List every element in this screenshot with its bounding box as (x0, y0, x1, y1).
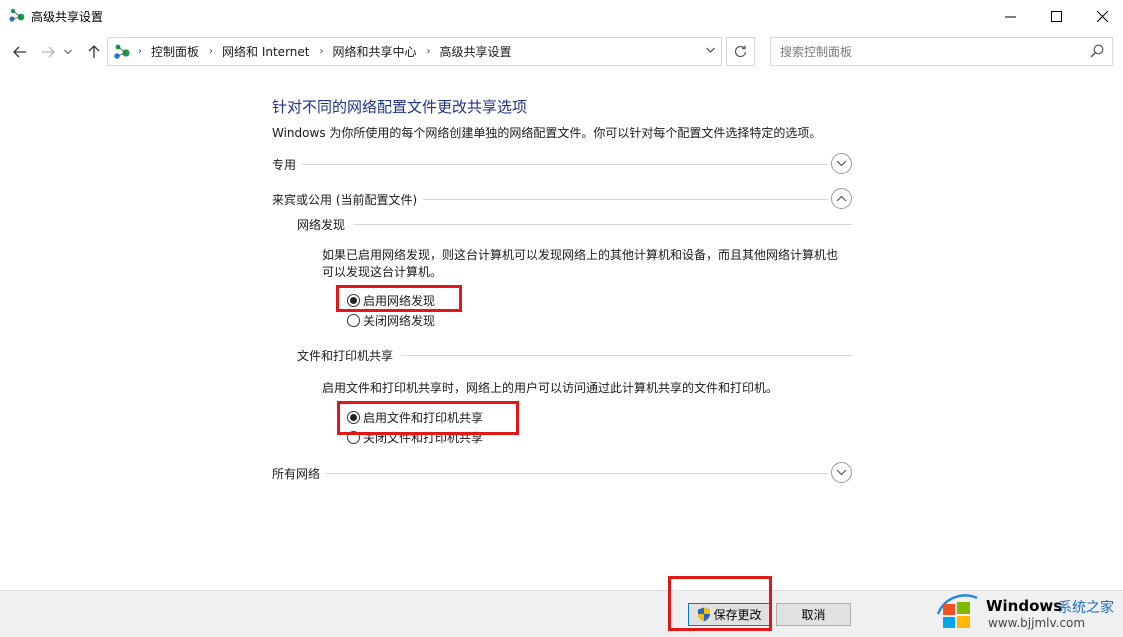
main-content: 针对不同的网络配置文件更改共享选项 Windows 为你所使用的每个网络创建单独… (0, 70, 1123, 590)
profile-all-networks-label: 所有网络 (272, 465, 327, 482)
profile-private-header[interactable]: 专用 (272, 152, 852, 176)
expand-private-button[interactable] (831, 153, 852, 174)
watermark-brand-suffix: 系统之家 (1058, 600, 1114, 616)
forward-button[interactable] (38, 42, 58, 62)
watermark-url: www.bjjmlv.com (988, 616, 1086, 630)
arrow-up-icon (88, 45, 100, 58)
expand-all-networks-button[interactable] (831, 462, 852, 483)
search-box[interactable] (770, 37, 1113, 66)
breadcrumb-network-internet[interactable]: 网络和 Internet (222, 43, 309, 60)
radio-disable-network-discovery[interactable]: 关闭网络发现 (347, 312, 435, 328)
minimize-icon (1004, 16, 1016, 17)
file-sharing-description: 启用文件和打印机共享时，网络上的用户可以访问通过此计算机共享的文件和打印机。 (322, 381, 779, 395)
radio-enable-file-sharing[interactable]: 启用文件和打印机共享 (347, 409, 483, 425)
search-icon[interactable] (1090, 44, 1104, 58)
control-panel-icon (114, 44, 130, 59)
network-discovery-title: 网络发现 (297, 216, 354, 233)
watermark: Windows 系统之家 www.bjjmlv.com (930, 586, 1120, 634)
radio-button-selected[interactable] (347, 410, 360, 424)
profile-private-label: 专用 (272, 156, 303, 173)
recent-locations-button[interactable] (62, 42, 74, 62)
arrow-left-icon (13, 46, 26, 58)
navigation-bar: › 控制面板 › 网络和 Internet › 网络和共享中心 › 高级共享设置 (0, 34, 1123, 68)
breadcrumb-control-panel[interactable]: 控制面板 (151, 43, 199, 60)
radio-disable-file-sharing[interactable]: 关闭文件和打印机共享 (347, 429, 483, 445)
divider (272, 164, 828, 165)
file-sharing-title: 文件和打印机共享 (297, 347, 402, 364)
network-center-icon (9, 8, 25, 22)
windows-logo-icon (936, 594, 978, 628)
divider (297, 224, 852, 225)
file-sharing-section: 文件和打印机共享 (297, 345, 852, 365)
chevron-down-icon (836, 160, 847, 167)
chevron-down-icon (836, 469, 847, 476)
search-input[interactable] (771, 38, 1081, 65)
page-description: Windows 为你所使用的每个网络创建单独的网络配置文件。你可以针对每个配置文… (272, 126, 822, 140)
collapse-public-button[interactable] (831, 188, 852, 209)
window-title: 高级共享设置 (31, 10, 104, 24)
address-dropdown-button[interactable] (706, 45, 715, 56)
profile-public-header[interactable]: 来宾或公用 (当前配置文件) (272, 187, 852, 211)
breadcrumb-separator: › (426, 46, 431, 57)
radio-label[interactable]: 关闭文件和打印机共享 (363, 429, 483, 446)
breadcrumb-advanced-sharing[interactable]: 高级共享设置 (440, 43, 512, 60)
radio-label[interactable]: 启用文件和打印机共享 (363, 409, 483, 426)
radio-button-selected[interactable] (347, 293, 360, 307)
profile-all-networks-header[interactable]: 所有网络 (272, 461, 852, 485)
breadcrumb-separator: › (319, 46, 324, 57)
breadcrumb-separator: › (209, 46, 214, 57)
network-discovery-section: 网络发现 (297, 214, 852, 234)
cancel-button[interactable]: 取消 (776, 603, 851, 626)
network-discovery-description: 如果已启用网络发现，则这台计算机可以发现网络上的其他计算机和设备，而且其他网络计… (322, 248, 839, 279)
radio-enable-network-discovery[interactable]: 启用网络发现 (347, 292, 435, 308)
uac-shield-icon (698, 607, 711, 622)
save-changes-button[interactable]: 保存更改 (688, 603, 771, 626)
maximize-button[interactable] (1033, 0, 1079, 32)
radio-button[interactable] (347, 430, 360, 444)
chevron-down-icon (706, 47, 715, 53)
divider (272, 473, 828, 474)
profile-public-label: 来宾或公用 (当前配置文件) (272, 191, 424, 208)
chevron-down-icon (64, 49, 72, 55)
maximize-icon (1050, 10, 1062, 22)
radio-button[interactable] (347, 313, 360, 327)
breadcrumb-network-sharing-center[interactable]: 网络和共享中心 (332, 43, 416, 60)
refresh-icon (734, 45, 747, 58)
refresh-button[interactable] (726, 37, 755, 66)
watermark-brand: Windows (986, 597, 1063, 615)
radio-label[interactable]: 启用网络发现 (363, 292, 435, 309)
minimize-button[interactable] (987, 0, 1033, 32)
up-button[interactable] (84, 42, 104, 62)
radio-dot (350, 413, 357, 421)
close-button[interactable] (1079, 0, 1123, 32)
title-bar: 高级共享设置 (0, 0, 1123, 32)
address-bar[interactable]: › 控制面板 › 网络和 Internet › 网络和共享中心 › 高级共享设置 (107, 37, 722, 66)
radio-label[interactable]: 关闭网络发现 (363, 312, 435, 329)
breadcrumb-separator: › (138, 46, 142, 57)
back-button[interactable] (10, 42, 30, 62)
chevron-up-icon (836, 195, 847, 202)
close-icon (1096, 10, 1108, 22)
arrow-right-icon (42, 46, 55, 58)
radio-dot (350, 296, 357, 304)
page-title: 针对不同的网络配置文件更改共享选项 (272, 98, 528, 116)
save-button-label: 保存更改 (713, 608, 762, 622)
